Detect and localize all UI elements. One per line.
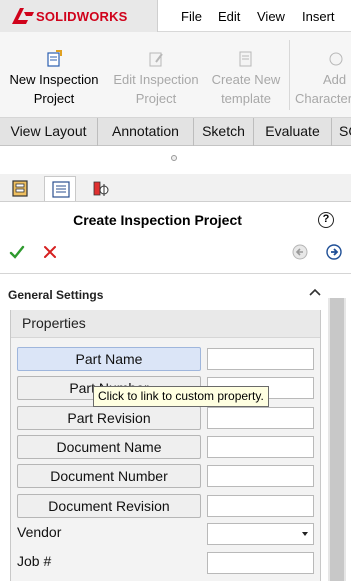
vendor-dropdown[interactable] (207, 523, 314, 545)
ok-check-icon[interactable] (9, 244, 25, 260)
scrollbar-thumb[interactable] (330, 298, 344, 581)
document-name-field[interactable] (207, 436, 314, 458)
properties-group-title: Properties (22, 315, 86, 331)
part-revision-button[interactable]: Part Revision (17, 406, 201, 430)
properties-group-header: Properties (11, 310, 320, 338)
menu-insert[interactable]: Insert (302, 9, 335, 24)
solidworks-wordmark: SOLIDWORKS (36, 9, 128, 24)
vendor-label: Vendor (17, 524, 62, 540)
create-new-template-button[interactable]: Create New template (206, 32, 286, 118)
edit-inspection-label-2: Project (135, 91, 177, 106)
ds-logo-icon (12, 8, 34, 24)
command-ribbon: New Inspection Project Edit Inspection Pro… (0, 32, 351, 118)
feature-tree-icon (12, 180, 28, 197)
tab-solidworks-addins[interactable]: SO (332, 118, 351, 146)
document-name-button[interactable]: Document Name (17, 435, 201, 459)
help-icon[interactable]: ? (318, 212, 334, 228)
tooltip: Click to link to custom property. (93, 386, 269, 407)
menu-file[interactable]: File (181, 9, 202, 24)
job-number-field[interactable] (207, 552, 314, 574)
splitter[interactable] (0, 147, 351, 173)
tab-view-layout[interactable]: View Layout (0, 118, 98, 146)
ribbon-separator (289, 40, 290, 110)
new-inspection-icon (47, 50, 62, 67)
document-revision-button[interactable]: Document Revision (17, 494, 201, 518)
document-revision-field[interactable] (207, 495, 314, 517)
menu-view[interactable]: View (257, 9, 285, 24)
tab-property-manager[interactable] (44, 176, 76, 201)
part-revision-field[interactable] (207, 407, 314, 429)
tab-configuration-manager[interactable] (84, 176, 116, 201)
general-settings-title: General Settings (8, 288, 104, 302)
new-inspection-project-button[interactable]: New Inspection Project (2, 32, 106, 118)
new-inspection-label-2: Project (33, 91, 75, 106)
solidworks-logo[interactable]: SOLIDWORKS (0, 0, 158, 32)
job-number-label: Job # (17, 553, 52, 569)
add-characteristic-icon (329, 52, 343, 66)
splitter-handle[interactable] (171, 155, 177, 161)
add-characteristic-label-2: Character (295, 91, 351, 106)
document-number-button[interactable]: Document Number (17, 464, 201, 488)
new-inspection-label-1: New Inspection (9, 72, 99, 87)
back-arrow-icon[interactable] (292, 244, 308, 260)
next-arrow-icon[interactable] (326, 244, 342, 260)
document-number-field[interactable] (207, 465, 314, 487)
add-characteristic-label-1: Add (323, 72, 347, 87)
edit-inspection-project-button[interactable]: Edit Inspection Project (108, 32, 204, 118)
panel-title: Create Inspection Project (73, 212, 242, 228)
command-manager-tabs: View Layout Annotation Sketch Evaluate S… (0, 118, 351, 146)
part-name-field[interactable] (207, 348, 314, 370)
dropdown-arrow-icon (302, 532, 308, 536)
create-template-label-2: template (221, 91, 271, 106)
cancel-x-icon[interactable] (43, 245, 57, 259)
configuration-icon (93, 181, 109, 196)
tab-evaluate[interactable]: Evaluate (254, 118, 332, 146)
tab-annotation[interactable]: Annotation (98, 118, 194, 146)
manager-tabs (0, 174, 351, 202)
chevron-up-icon[interactable] (308, 286, 322, 298)
edit-inspection-label-1: Edit Inspection (113, 72, 199, 87)
title-bar: SOLIDWORKS File Edit View Insert (0, 0, 351, 32)
create-template-label-1: Create New (211, 72, 281, 87)
edit-inspection-icon (149, 52, 163, 67)
add-characteristic-button[interactable]: Add Character (293, 32, 351, 118)
property-manager-icon (52, 181, 70, 198)
menu-edit[interactable]: Edit (218, 9, 240, 24)
tab-sketch[interactable]: Sketch (194, 118, 254, 146)
panel-divider (0, 273, 351, 274)
create-template-icon (239, 51, 252, 67)
tab-feature-manager[interactable] (4, 176, 36, 201)
part-name-button[interactable]: Part Name (17, 347, 201, 371)
